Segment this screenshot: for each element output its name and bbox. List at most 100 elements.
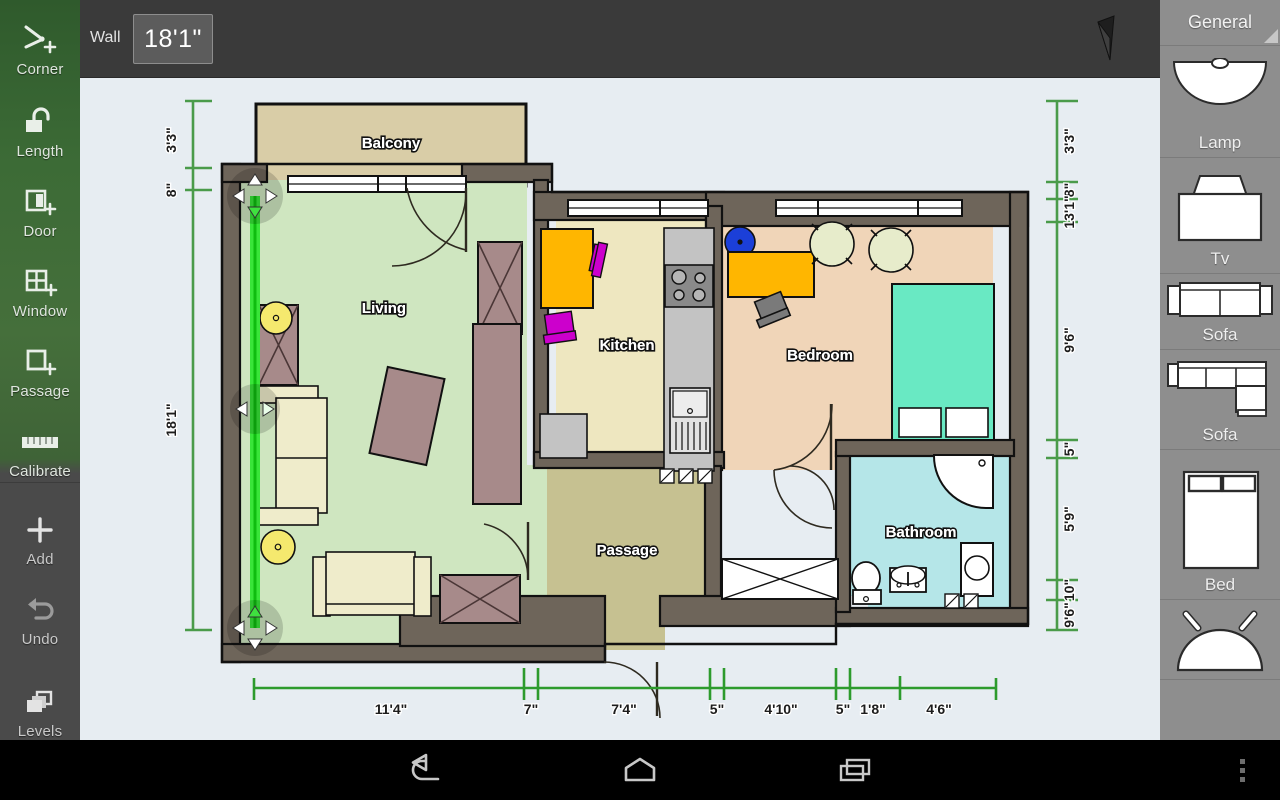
wall-label: Wall: [90, 29, 121, 46]
dim-bottom-3: 5": [710, 701, 724, 717]
tool-window[interactable]: Window: [0, 240, 80, 320]
lamp-living-upper: [259, 301, 293, 335]
android-navigation-bar: [0, 740, 1280, 800]
layers-icon: [21, 682, 59, 722]
dimensions-bottom: [252, 668, 998, 700]
toolbar-divider: [0, 482, 80, 483]
catalog-item-bed[interactable]: Bed: [1160, 450, 1280, 600]
dimensions-bottom-labels: 11'4" 7" 7'4" 5" 4'10" 5" 1'8" 4'6": [373, 700, 953, 719]
window-bedroom: [775, 199, 963, 217]
tool-label-length: Length: [16, 143, 64, 160]
catalog-item-lamp[interactable]: Lamp: [1160, 46, 1280, 158]
chair-kitchen-bottom: [542, 310, 578, 345]
sink-bathroom: [889, 565, 927, 593]
tool-door[interactable]: Door: [0, 160, 80, 240]
window-living-balcony: [287, 175, 467, 193]
tool-label-door: Door: [23, 223, 57, 240]
dim-bottom-6: 1'8": [860, 701, 886, 717]
nav-overflow-menu-button[interactable]: [1222, 740, 1262, 800]
nav-back-button[interactable]: [376, 740, 472, 800]
dim-bottom-7: 4'6": [926, 701, 952, 717]
unlock-length-icon: [20, 102, 60, 142]
dimensions-right: [1046, 99, 1078, 632]
svg-text:Bedroom: Bedroom: [787, 347, 853, 364]
dim-left-0: 3'3": [163, 127, 179, 153]
svg-text:Kitchen: Kitchen: [599, 337, 654, 354]
tool-passage[interactable]: Passage: [0, 320, 80, 400]
catalog-category-header[interactable]: General: [1160, 0, 1280, 46]
dim-right-7: 9'6": [1061, 602, 1077, 628]
add-door-icon: [20, 182, 60, 222]
floorplan-canvas[interactable]: Balcony Balcony Living Living Kitchen Ki…: [80, 78, 1160, 740]
catalog-category-label: General: [1187, 12, 1253, 32]
north-arrow-icon: [1084, 8, 1130, 73]
wall-handle-move-top[interactable]: [227, 168, 283, 224]
dimensions-left: [185, 99, 212, 632]
tool-label-levels: Levels: [17, 723, 63, 740]
fridge-kitchen: [539, 413, 588, 459]
back-arrow-icon: [411, 753, 440, 781]
catalog-item-tv[interactable]: Tv: [1160, 158, 1280, 274]
dim-bottom-4: 4'10": [764, 701, 797, 717]
tool-levels[interactable]: Levels: [0, 660, 80, 740]
bed-bedroom: [891, 283, 995, 441]
menu-dot-1: [1239, 758, 1245, 764]
recents-icon: [839, 758, 871, 782]
svg-text:Passage: Passage: [597, 542, 658, 559]
door-bathroom: [789, 465, 835, 511]
wall-handle-move-bottom[interactable]: [227, 600, 283, 656]
undo-arrow-icon: [21, 590, 59, 630]
tool-calibrate[interactable]: Calibrate: [0, 400, 80, 480]
table-kitchen: [540, 228, 594, 309]
catalog-item-sectional-sofa[interactable]: Sofa: [1160, 350, 1280, 450]
dim-left-2: 18'1": [163, 403, 179, 436]
catalog-item-sofa[interactable]: Sofa: [1160, 274, 1280, 350]
catalog-label-tv: Tv: [1210, 249, 1230, 268]
wall-outer-right: [1008, 190, 1030, 626]
catalog-item-chair[interactable]: [1160, 600, 1280, 680]
tool-corner[interactable]: Corner: [0, 0, 80, 78]
dim-right-6: 10": [1061, 579, 1077, 601]
tool-length[interactable]: Length: [0, 78, 80, 160]
catalog-label-bed: Bed: [1204, 575, 1236, 594]
lamp-thumb-icon: [1168, 58, 1272, 132]
wall-length-input[interactable]: 18'1": [133, 14, 213, 64]
tool-undo[interactable]: Undo: [0, 568, 80, 648]
tool-label-corner: Corner: [16, 61, 64, 78]
wall-handle-move-middle[interactable]: [230, 384, 280, 434]
dim-bottom-5: 5": [836, 701, 850, 717]
tool-add[interactable]: Add: [0, 488, 80, 568]
catalog-label-lamp: Lamp: [1198, 133, 1242, 152]
dim-right-2: 13'1": [1061, 195, 1077, 228]
dim-bottom-2: 7'4": [611, 701, 637, 717]
menu-dot-2: [1239, 767, 1245, 773]
svg-text:Balcony: Balcony: [362, 135, 421, 152]
nav-recents-button[interactable]: [808, 740, 904, 800]
toilet-bathroom: [851, 561, 882, 605]
tool-label-calibrate: Calibrate: [9, 463, 71, 480]
svg-text:Bathroom: Bathroom: [886, 524, 957, 541]
top-bar: Wall 18'1": [80, 0, 1160, 78]
ruler-icon: [18, 422, 62, 462]
tv-thumb-icon: [1167, 168, 1273, 248]
tool-label-window: Window: [12, 303, 68, 320]
floorplan-drawing[interactable]: Balcony Balcony Living Living Kitchen Ki…: [80, 78, 1160, 740]
dropdown-corner-icon: [1264, 29, 1278, 43]
stove-kitchen: [664, 264, 714, 308]
dimensions-left-labels: 3'3" 8" 18'1": [162, 126, 181, 438]
nav-home-button[interactable]: [592, 740, 688, 800]
dimensions-right-labels: 3'3" 8" 13'1" 9'6" 5" 5'9" 10" 9'6": [1060, 127, 1079, 629]
svg-text:Living: Living: [362, 300, 406, 317]
lamp-living-lower: [260, 529, 296, 565]
wall-length-value: 18'1": [144, 24, 202, 53]
furniture-catalog-panel[interactable]: General Lamp Tv Sofa Sofa Bed: [1160, 0, 1280, 740]
dim-right-1: 8": [1061, 183, 1077, 197]
dim-left-1: 8": [163, 183, 179, 197]
bed-thumb-icon: [1170, 466, 1270, 574]
window-kitchen: [567, 199, 709, 217]
add-window-icon: [20, 262, 60, 302]
sofa-thumb-icon: [1164, 278, 1276, 324]
plus-icon: [22, 510, 58, 550]
catalog-label-sofa-2: Sofa: [1202, 425, 1238, 444]
tool-label-undo: Undo: [21, 631, 59, 648]
